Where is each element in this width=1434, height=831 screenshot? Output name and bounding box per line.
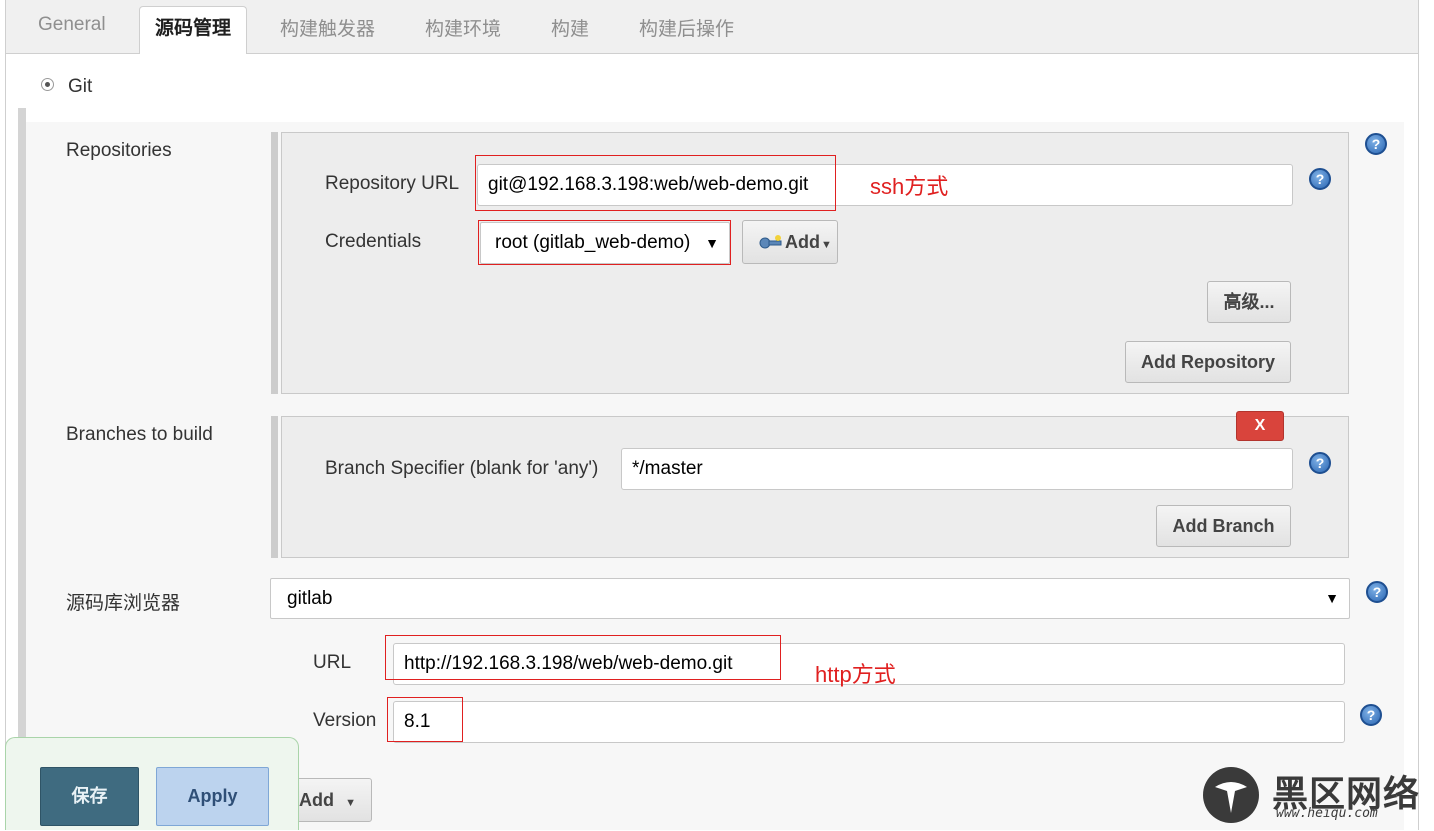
git-option-label: Git [68, 76, 93, 97]
repository-browser-value: gitlab [287, 588, 333, 609]
repository-browser-select[interactable]: gitlab ▼ [270, 578, 1350, 619]
repositories-label: Repositories [66, 140, 172, 161]
annotation-ssh: ssh方式 [870, 174, 949, 199]
version-input[interactable]: 8.1 [393, 701, 1345, 743]
help-icon-branch-specifier[interactable]: ? [1309, 452, 1331, 474]
save-button[interactable]: 保存 [40, 767, 139, 826]
version-label: Version [313, 710, 377, 731]
tab-source-code-management[interactable]: 源码管理 [139, 6, 248, 54]
branch-specifier-input[interactable]: */master [621, 448, 1293, 490]
caret-down-icon: ▼ [821, 239, 832, 251]
branches-label: Branches to build [66, 424, 213, 445]
add-behaviour-label: Add [299, 790, 335, 810]
delete-branch-button[interactable]: X [1236, 411, 1284, 441]
branch-specifier-label: Branch Specifier (blank for 'any') [325, 458, 599, 479]
add-branch-button[interactable]: Add Branch [1156, 505, 1291, 547]
add-repository-button[interactable]: Add Repository [1125, 341, 1291, 383]
help-icon-repository-url[interactable]: ? [1309, 168, 1331, 190]
repository-url-label: Repository URL [325, 173, 460, 194]
help-icon-repositories[interactable]: ? [1365, 133, 1387, 155]
credentials-selected-value: root (gitlab_web-demo) [495, 232, 691, 253]
repository-browser-label: 源码库浏览器 [66, 593, 181, 614]
section-indent-bar [18, 108, 26, 830]
dropdown-arrow-icon: ▼ [705, 235, 719, 251]
key-icon [759, 235, 782, 249]
tab-bar: General 源码管理 构建触发器 构建环境 构建 构建后操作 [5, 0, 1419, 54]
help-icon-version[interactable]: ? [1360, 704, 1382, 726]
caret-down-icon: ▼ [345, 797, 356, 809]
tab-build[interactable]: 构建 [551, 14, 589, 41]
git-radio[interactable] [41, 78, 54, 91]
tab-build-triggers[interactable]: 构建触发器 [280, 14, 375, 41]
radio-selected-dot [45, 82, 50, 87]
add-credentials-button[interactable]: Add▼ [742, 220, 838, 264]
credentials-label: Credentials [325, 231, 422, 252]
browser-url-label: URL [313, 652, 352, 673]
branches-bar [271, 416, 278, 558]
tab-post-build-actions[interactable]: 构建后操作 [639, 14, 734, 41]
annotation-http: http方式 [815, 662, 896, 687]
watermark-logo-icon [1201, 765, 1261, 825]
help-icon-repository-browser[interactable]: ? [1366, 581, 1388, 603]
watermark-url: www.heiqu.com [1276, 806, 1378, 821]
tab-general[interactable]: General [38, 14, 106, 36]
advanced-button[interactable]: 高级... [1207, 281, 1291, 323]
apply-button[interactable]: Apply [156, 767, 269, 826]
tab-build-environment[interactable]: 构建环境 [425, 14, 501, 41]
add-credentials-label: Add [785, 232, 820, 252]
dropdown-arrow-icon: ▼ [1325, 590, 1339, 606]
repositories-bar [271, 132, 278, 394]
credentials-select[interactable]: root (gitlab_web-demo) ▼ [480, 222, 730, 264]
